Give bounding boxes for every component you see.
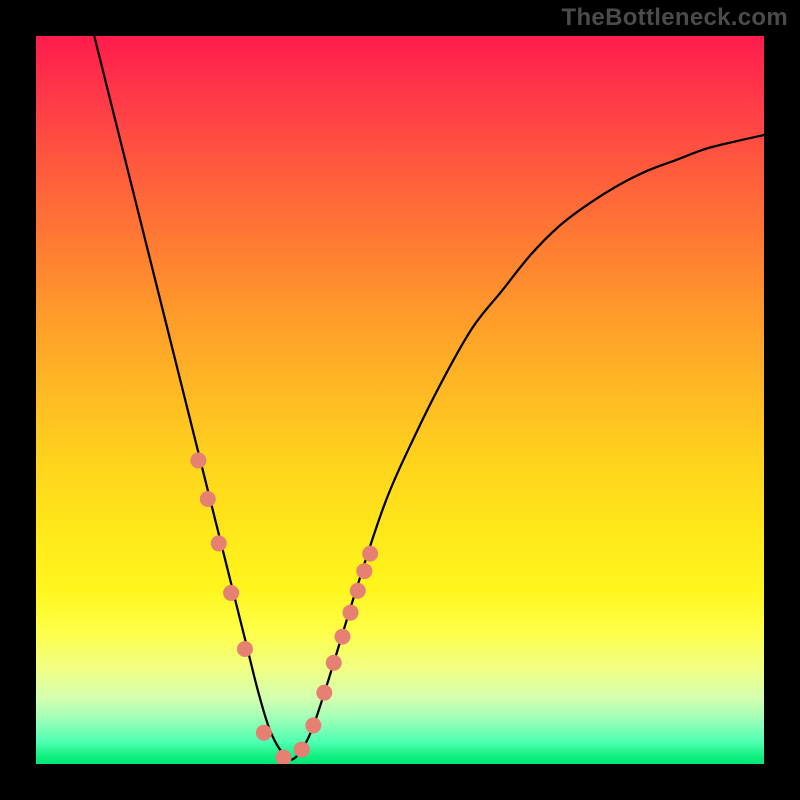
bead-marker <box>276 749 292 764</box>
bead-marker <box>343 605 359 621</box>
bead-marker <box>256 725 272 741</box>
watermark-label: TheBottleneck.com <box>562 4 788 32</box>
bead-marker <box>334 629 350 645</box>
bead-marker <box>223 585 239 601</box>
bead-marker <box>211 535 227 551</box>
bead-marker <box>326 655 342 671</box>
highlight-beads <box>190 452 378 764</box>
bead-marker <box>200 491 216 507</box>
bottleneck-curve <box>94 36 764 760</box>
bead-marker <box>294 741 310 757</box>
bead-marker <box>190 452 206 468</box>
bead-marker <box>237 641 253 657</box>
bead-marker <box>350 583 366 599</box>
curve-svg <box>36 36 764 764</box>
bead-marker <box>316 685 332 701</box>
bead-marker <box>362 546 378 562</box>
bead-marker <box>305 717 321 733</box>
bead-marker <box>356 563 372 579</box>
chart-canvas: TheBottleneck.com <box>0 0 800 800</box>
plot-area <box>36 36 764 764</box>
